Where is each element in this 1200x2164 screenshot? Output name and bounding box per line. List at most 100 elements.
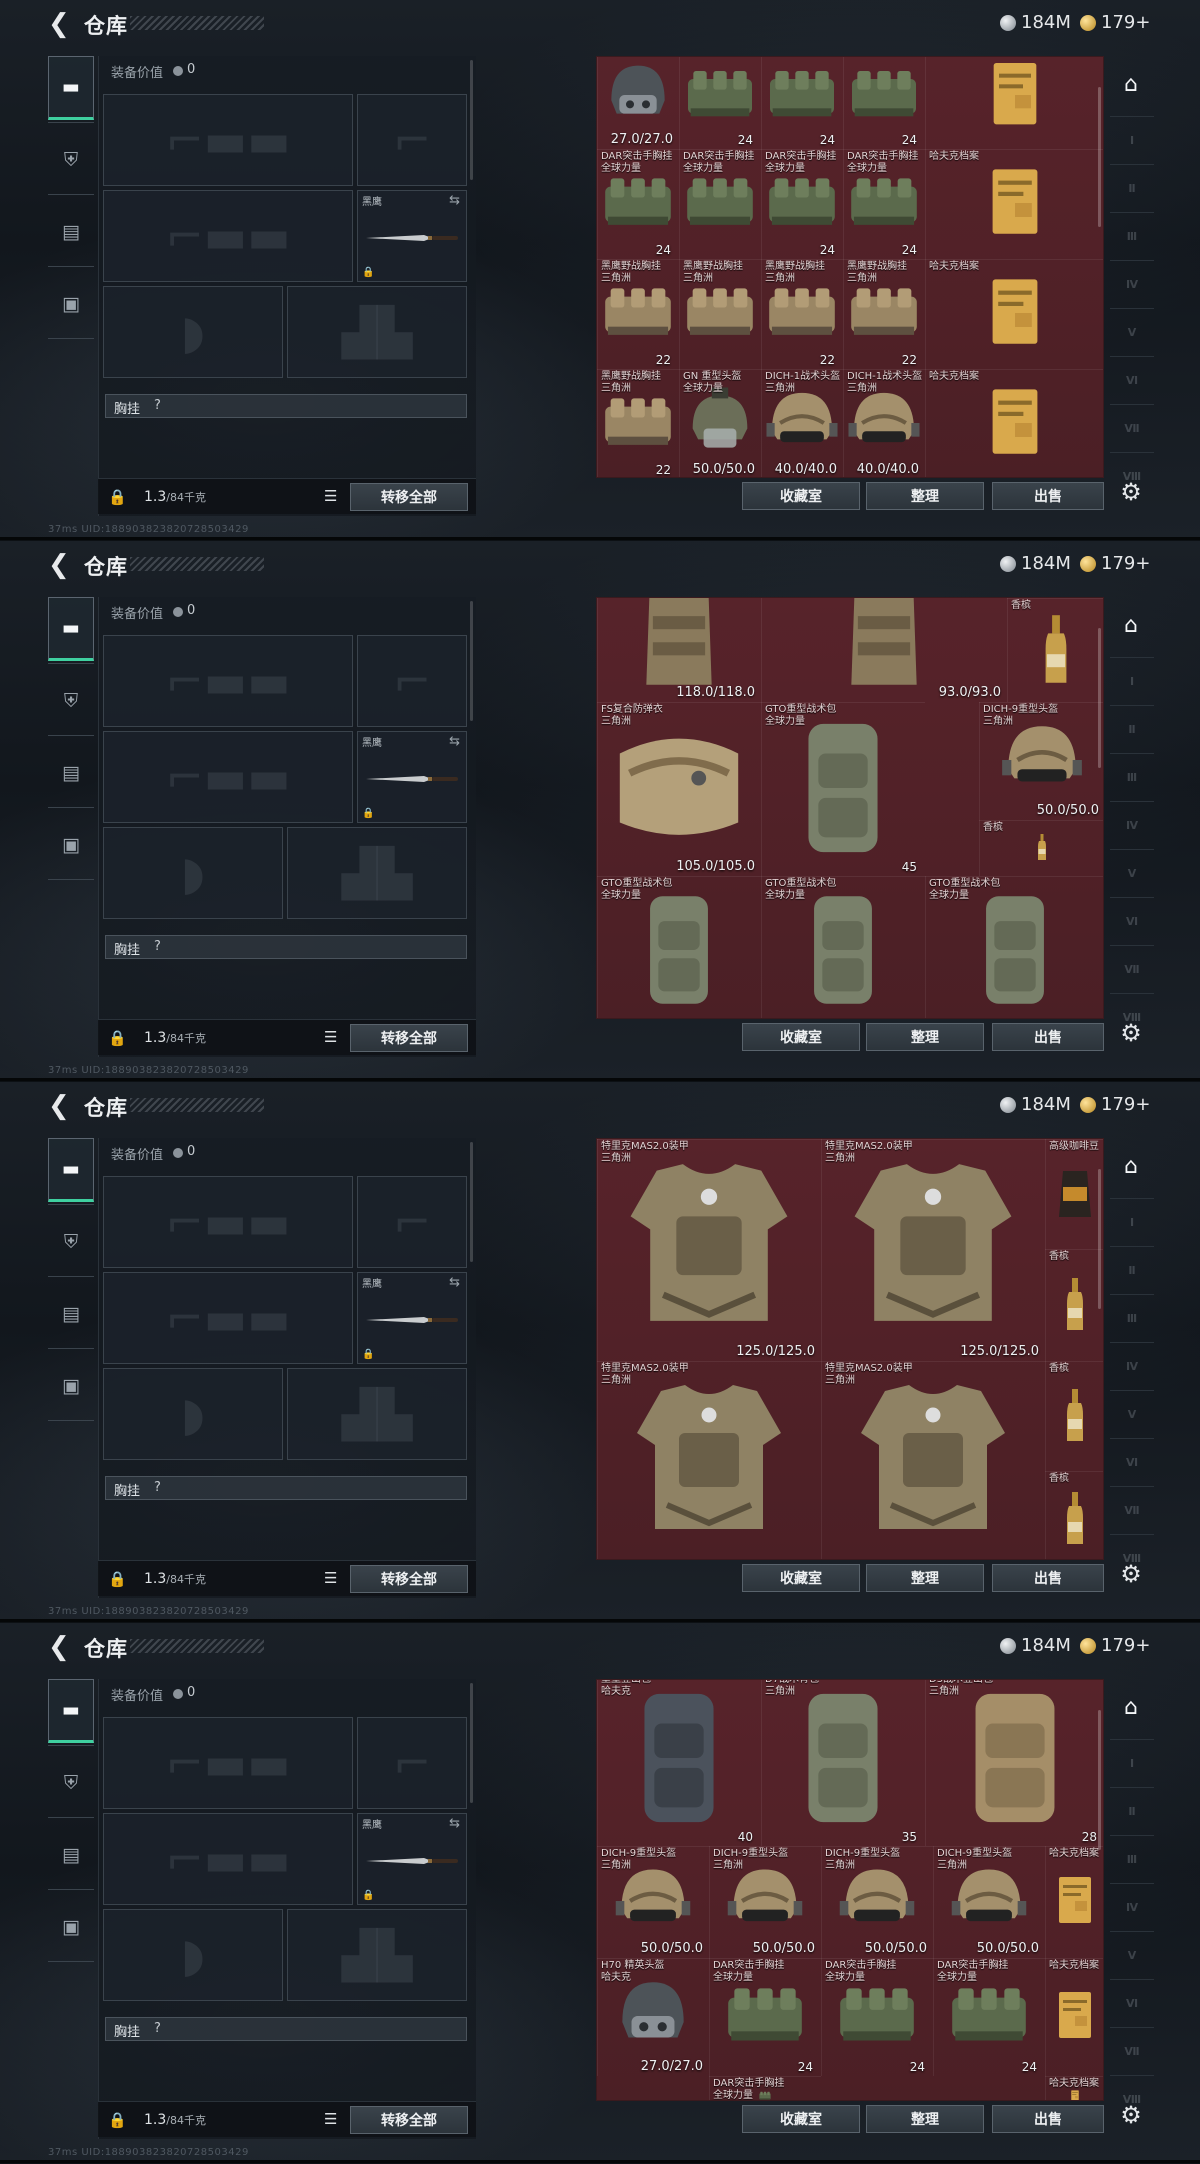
swap-icon[interactable]: ⇆ <box>449 734 460 749</box>
storage-tab[interactable]: Ⅱ <box>1110 164 1154 212</box>
secondary-weapon-slot[interactable]: ⌐▬▬ <box>103 1813 353 1905</box>
transfer-all-button[interactable]: 转移全部 <box>350 2106 468 2134</box>
storage-item[interactable]: DAR突击手胸挂 全球力量 <box>679 149 761 259</box>
storage-item[interactable]: DAR突击手胸挂 全球力量 24 <box>709 1958 821 2076</box>
storage-item[interactable]: 香槟 <box>1045 1361 1103 1471</box>
storage-tab[interactable]: Ⅵ <box>1110 356 1154 404</box>
storage-item[interactable]: DICH-1战术头盔 三角洲 40.0/40.0 <box>843 369 925 477</box>
storage-item[interactable]: D3战术登山包 三角洲 28 <box>925 1680 1103 1846</box>
sidebar-item-weapon[interactable]: ▬ <box>48 1679 94 1743</box>
storage-tab[interactable]: Ⅴ <box>1110 1931 1154 1979</box>
sidebar-item-backpack[interactable]: ▤ <box>48 200 94 264</box>
storage-item[interactable]: 香槟 <box>1045 1471 1103 1559</box>
storage-tab[interactable]: Ⅳ <box>1110 1883 1154 1931</box>
storage-tab[interactable]: Ⅲ <box>1110 753 1154 801</box>
storage-item[interactable]: 香槟 <box>979 820 1103 876</box>
collection-room-button[interactable]: 收藏室 <box>742 1564 860 1592</box>
gold-currency[interactable]: 179+ <box>1080 12 1150 33</box>
helmet-slot[interactable]: ◗ <box>103 827 283 919</box>
storage-item[interactable]: 特里克MAS2.0装甲 三角洲 125.0/125.0 <box>597 1139 821 1361</box>
storage-tab[interactable]: Ⅵ <box>1110 1979 1154 2027</box>
pistol-slot[interactable]: ⌐ <box>357 94 467 186</box>
transfer-all-button[interactable]: 转移全部 <box>350 1565 468 1593</box>
sidebar-item-backpack[interactable]: ▤ <box>48 741 94 805</box>
sidebar-item-armor[interactable]: ⛨ <box>48 128 94 192</box>
chest-rig-bar[interactable]: 胸挂 ? <box>105 935 467 959</box>
storage-tab[interactable]: Ⅰ <box>1110 1198 1154 1246</box>
sidebar-item-armor[interactable]: ⛨ <box>48 1210 94 1274</box>
sidebar-item-armor[interactable]: ⛨ <box>48 1751 94 1815</box>
melee-slot[interactable]: 黑鹰 ⇆ 🔒 <box>357 1813 467 1905</box>
back-arrow-icon[interactable]: ❮ <box>48 551 72 579</box>
back-arrow-icon[interactable]: ❮ <box>48 1092 72 1120</box>
sell-button[interactable]: 出售 <box>992 2105 1104 2133</box>
primary-weapon-slot[interactable]: ⌐▬▬ <box>103 635 353 727</box>
pistol-slot[interactable]: ⌐ <box>357 1717 467 1809</box>
gear-icon[interactable]: ⚙ <box>1116 2101 1146 2131</box>
gear-icon[interactable]: ⚙ <box>1116 1019 1146 1049</box>
storage-tab[interactable]: Ⅱ <box>1110 1246 1154 1294</box>
melee-slot[interactable]: 黑鹰 ⇆ 🔒 <box>357 190 467 282</box>
storage-item[interactable]: GTO重型战术包 全球力量 <box>925 876 1103 1018</box>
storage-item[interactable]: 黑鹰野战胸挂 三角洲 22 <box>843 259 925 369</box>
storage-item[interactable]: 93.0/93.0 <box>761 598 1007 702</box>
collection-room-button[interactable]: 收藏室 <box>742 482 860 510</box>
storage-tab[interactable]: Ⅰ <box>1110 657 1154 705</box>
storage-tab[interactable]: Ⅲ <box>1110 212 1154 260</box>
melee-slot[interactable]: 黑鹰 ⇆ 🔒 <box>357 1272 467 1364</box>
storage-item[interactable]: GTO重型战术包 全球力量 <box>761 876 925 1018</box>
storage-item[interactable]: 黑鹰野战胸挂 三角洲 22 <box>597 369 679 477</box>
primary-weapon-slot[interactable]: ⌐▬▬ <box>103 1717 353 1809</box>
storage-tab[interactable]: Ⅵ <box>1110 1438 1154 1486</box>
storage-item[interactable]: FS复合防弹衣 三角洲 105.0/105.0 <box>597 702 761 876</box>
storage-tab[interactable]: Ⅱ <box>1110 705 1154 753</box>
storage-tab[interactable]: Ⅳ <box>1110 801 1154 849</box>
storage-item[interactable]: DAR突击手胸挂 全球力量 24 <box>821 1958 933 2076</box>
storage-home-icon[interactable]: ⌂ <box>1116 1695 1146 1725</box>
helmet-slot[interactable]: ◗ <box>103 1368 283 1460</box>
sidebar-item-weapon[interactable]: ▬ <box>48 1138 94 1202</box>
storage-item[interactable]: 黑鹰野战胸挂 三角洲 <box>679 259 761 369</box>
sidebar-item-case[interactable]: ▣ <box>48 272 94 336</box>
storage-item[interactable]: 黑鹰野战胸挂 三角洲 22 <box>761 259 843 369</box>
storage-item[interactable]: 重型登山包 哈夫克 40 <box>597 1680 761 1846</box>
collection-room-button[interactable]: 收藏室 <box>742 1023 860 1051</box>
storage-item[interactable]: 哈夫克档案 <box>1045 2076 1103 2100</box>
secondary-weapon-slot[interactable]: ⌐▬▬ <box>103 190 353 282</box>
back-arrow-icon[interactable]: ❮ <box>48 1633 72 1661</box>
storage-tab[interactable]: Ⅲ <box>1110 1835 1154 1883</box>
storage-item[interactable]: 高级咖啡豆 <box>1045 1139 1103 1249</box>
primary-weapon-slot[interactable]: ⌐▬▬ <box>103 1176 353 1268</box>
transfer-all-button[interactable]: 转移全部 <box>350 1024 468 1052</box>
sell-button[interactable]: 出售 <box>992 482 1104 510</box>
chest-rig-bar[interactable]: 胸挂 ? <box>105 1476 467 1500</box>
sort-button[interactable]: 整理 <box>866 2105 984 2133</box>
list-icon[interactable]: ☰ <box>324 2110 337 2128</box>
loadout-scrollbar[interactable] <box>470 1683 473 1803</box>
storage-item[interactable]: DAR突击手胸挂 全球力量 24 <box>761 149 843 259</box>
storage-item[interactable]: GN 重型头盔 全球力量 50.0/50.0 <box>679 369 761 477</box>
lock-icon[interactable]: 🔒 <box>108 2111 127 2129</box>
storage-item[interactable]: 哈夫克档案 <box>1045 1958 1103 2076</box>
sort-button[interactable]: 整理 <box>866 482 984 510</box>
storage-item[interactable]: 特里克MAS2.0装甲 三角洲 <box>597 1361 821 1559</box>
storage-tab[interactable]: Ⅶ <box>1110 945 1154 993</box>
storage-item[interactable]: GTO重型战术包 全球力量 45 <box>761 702 925 876</box>
storage-item[interactable]: 哈夫克档案 <box>925 149 1103 259</box>
storage-item[interactable]: DAR突击手胸挂 全球力量 24 <box>597 149 679 259</box>
sidebar-item-case[interactable]: ▣ <box>48 1354 94 1418</box>
storage-item[interactable]: 24 <box>679 57 761 149</box>
list-icon[interactable]: ☰ <box>324 1028 337 1046</box>
pistol-slot[interactable]: ⌐ <box>357 635 467 727</box>
storage-item[interactable]: 黑鹰野战胸挂 三角洲 22 <box>597 259 679 369</box>
storage-item[interactable]: DAR突击手胸挂 全球力量 <box>709 2076 821 2100</box>
storage-item[interactable]: 香槟 <box>1007 598 1103 702</box>
helmet-slot[interactable]: ◗ <box>103 1909 283 2001</box>
storage-item[interactable]: DICH-9重型头盔 三角洲 50.0/50.0 <box>821 1846 933 1958</box>
storage-item[interactable]: 香槟 <box>1045 1249 1103 1361</box>
storage-item[interactable]: 哈夫克档案 <box>925 369 1103 477</box>
melee-slot[interactable]: 黑鹰 ⇆ 🔒 <box>357 731 467 823</box>
storage-home-icon[interactable]: ⌂ <box>1116 72 1146 102</box>
gold-currency[interactable]: 179+ <box>1080 553 1150 574</box>
storage-tab[interactable]: Ⅶ <box>1110 1486 1154 1534</box>
